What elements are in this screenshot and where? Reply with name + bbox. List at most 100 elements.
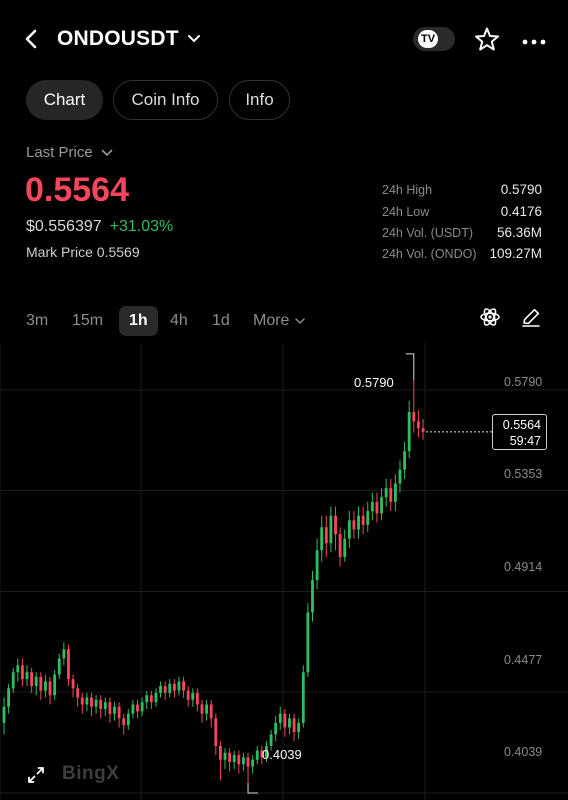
candle-body [366,511,370,525]
candle-body [223,752,227,760]
stat-label-vol-usdt: 24h Vol. (USDT) [382,226,474,240]
candle-body [246,757,250,767]
current-price-tag: 0.5564 59:47 [492,414,547,450]
timeframe-15m[interactable]: 15m [72,306,103,336]
candle-body [2,706,6,723]
candle-body [380,497,383,514]
price-change: +31.03% [109,218,174,235]
candle-body [172,683,176,691]
candle-body [352,520,356,530]
candle-body [94,699,98,707]
candle-body [99,699,103,710]
favorite-button[interactable] [474,26,500,57]
candle-body [393,483,397,502]
candle-body [57,658,61,675]
last-price-selector[interactable]: Last Price [26,144,113,161]
more-dots-icon [522,39,546,45]
symbol-title: ONDOUSDT [57,27,179,50]
candle-body [122,718,126,726]
timeframe-1d[interactable]: 1d [212,306,230,336]
candle-body [108,702,112,714]
chevron-down-icon [187,35,200,43]
candle-body [274,722,278,735]
axis-label-3: 0.4914 [504,560,543,574]
low-marker-label: 0.4039 [262,747,302,762]
stat-label-high: 24h High [382,183,433,197]
candle-body [11,672,15,689]
timeframe-1h[interactable]: 1h [119,306,158,336]
candle-body [85,697,89,705]
candle-body [357,515,360,530]
star-icon [475,27,499,51]
candle-body [131,704,135,714]
candle-body [334,515,337,535]
stat-label-low: 24h Low [382,205,430,219]
candle-countdown: 59:47 [509,434,541,448]
candle-body [288,718,291,728]
candle-body [403,451,407,470]
candle-body [283,713,287,728]
candle-body [375,501,379,514]
candle-body [186,690,190,700]
high-marker-label: 0.5790 [354,375,394,390]
candle-body [412,412,416,422]
last-price-label: Last Price [26,144,93,161]
candle-body [255,750,259,760]
candle-body [145,695,149,703]
atom-indicators-icon [480,308,500,326]
draw-tool-button[interactable] [520,306,542,333]
candle-body [209,704,213,719]
candle-body [191,692,195,700]
candle-body [163,686,167,693]
more-menu-button[interactable] [522,34,546,52]
candle-body [421,428,425,432]
back-button[interactable] [20,26,44,52]
candle-body [301,672,305,723]
symbol-selector[interactable]: ONDOUSDT [57,27,201,51]
stat-value-high: 0.5790 [500,182,542,197]
candle-body [62,649,66,659]
candle-body [311,580,314,613]
candle-body [34,676,38,687]
candle-body [416,421,420,429]
indicators-button[interactable] [479,306,501,333]
candle-body [53,674,57,696]
candle-body [200,704,204,714]
last-price-value: 0.5564 [25,171,129,209]
mark-price: Mark Price 0.5569 [26,244,140,260]
fullscreen-button[interactable] [26,765,46,790]
tab-coin-info[interactable]: Coin Info [113,80,218,120]
current-price-value: 0.5564 [502,418,541,432]
candle-body [159,686,162,693]
usd-price: $0.556397 [26,218,102,235]
chevron-left-icon [25,29,37,49]
stat-value-low: 0.4176 [500,204,542,219]
axis-label-5: 0.4039 [504,745,543,759]
high-marker-line [405,353,415,380]
candle-body [269,734,273,746]
candle-body [370,501,374,512]
candle-body [48,681,52,696]
tradingview-icon: TV [418,30,438,48]
tab-chart[interactable]: Chart [26,80,103,120]
timeframe-4h[interactable]: 4h [170,306,188,336]
candle-body [315,550,319,581]
timeframe-more[interactable]: More [253,306,306,336]
candle-body [16,665,20,673]
candle-body [214,718,218,746]
tab-info[interactable]: Info [229,80,290,120]
timeframe-3m[interactable]: 3m [26,306,48,336]
candle-body [140,702,144,712]
candle-body [338,534,342,558]
candle-body [149,695,153,703]
candle-body [103,702,107,710]
tradingview-toggle[interactable]: TV [413,27,455,51]
candle-body [113,706,116,714]
candle-body [67,649,70,680]
candle-body [297,722,301,733]
stat-label-vol-ondo: 24h Vol. (ONDO) [382,247,477,261]
candle-body [320,527,324,551]
candle-body [347,520,351,539]
stat-value-vol-usdt: 56.36M [496,225,542,240]
candlestick-chart[interactable] [0,343,568,800]
